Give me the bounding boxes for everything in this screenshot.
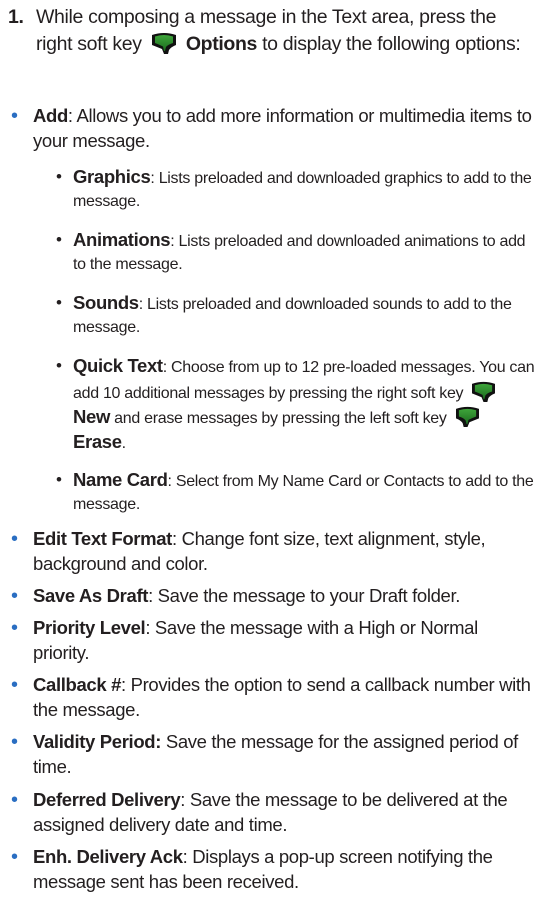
- step-1: 1. While composing a message in the Text…: [8, 4, 528, 58]
- bullet: •: [11, 528, 18, 550]
- erase-label: Erase: [73, 430, 122, 452]
- quick-text-end: .: [121, 434, 126, 452]
- step-tail: to display the following options:: [262, 33, 521, 55]
- bullet: •: [11, 846, 18, 868]
- bullet: •: [11, 674, 18, 696]
- left-soft-key-icon: [453, 405, 482, 428]
- bullet: •: [11, 789, 18, 811]
- item-desc: : Allows you to add more information or …: [33, 105, 532, 151]
- item-term: Edit Text Format: [33, 528, 172, 549]
- sub-item-term: Quick Text: [73, 355, 163, 376]
- bullet: •: [56, 167, 62, 186]
- item-term: Deferred Delivery: [33, 789, 181, 810]
- item-term: Callback #: [33, 674, 122, 695]
- quick-text-mid: and erase messages by pressing the left …: [114, 410, 447, 427]
- sub-item-animations: • Animations: Lists preloaded and downlo…: [0, 229, 535, 276]
- item-term: Save As Draft: [33, 585, 149, 606]
- bullet: •: [56, 470, 62, 489]
- sub-item-term: Name Card: [73, 469, 168, 490]
- list-item-edit-text-format: • Edit Text Format: Change font size, te…: [0, 527, 535, 576]
- sub-item-sounds: • Sounds: Lists preloaded and downloaded…: [0, 292, 535, 339]
- bullet: •: [56, 293, 62, 312]
- bullet: •: [11, 105, 18, 127]
- step-text: While composing a message in the Text ar…: [36, 4, 528, 58]
- list-item-deferred-delivery: • Deferred Delivery: Save the message to…: [0, 788, 535, 837]
- bullet: •: [11, 731, 18, 753]
- sub-item-name-card: • Name Card: Select from My Name Card or…: [0, 469, 535, 516]
- sub-item-quick-text: • Quick Text: Choose from up to 12 pre-l…: [0, 355, 535, 455]
- bullet: •: [11, 617, 18, 639]
- bullet: •: [11, 585, 18, 607]
- sub-item-term: Animations: [73, 229, 171, 250]
- list-item-priority-level: • Priority Level: Save the message with …: [0, 616, 535, 665]
- list-item-enh-delivery-ack: • Enh. Delivery Ack: Displays a pop-up s…: [0, 845, 535, 894]
- list-item-callback: • Callback #: Provides the option to sen…: [0, 673, 535, 722]
- sub-item-term: Graphics: [73, 166, 151, 187]
- bullet: •: [56, 230, 62, 249]
- item-term: Validity Period:: [33, 731, 162, 752]
- item-term: Add: [33, 105, 68, 126]
- bullet: •: [56, 356, 62, 375]
- list-item-save-as-draft: • Save As Draft: Save the message to you…: [0, 584, 535, 609]
- list-item-validity-period: • Validity Period: Save the message for …: [0, 730, 535, 779]
- item-term: Priority Level: [33, 617, 146, 638]
- right-soft-key-icon: [469, 380, 498, 403]
- sub-item-graphics: • Graphics: Lists preloaded and download…: [0, 166, 535, 213]
- item-desc: : Save the message to your Draft folder.: [148, 585, 461, 606]
- sub-item-desc: : Lists preloaded and downloaded sounds …: [73, 296, 512, 336]
- new-label: New: [73, 406, 110, 427]
- list-item-add: • Add: Allows you to add more informatio…: [0, 104, 535, 153]
- options-label: Options: [185, 33, 258, 55]
- right-soft-key-icon: [149, 31, 179, 55]
- item-term: Enh. Delivery Ack: [33, 846, 183, 867]
- step-number: 1.: [8, 6, 24, 28]
- manual-page: 1. While composing a message in the Text…: [0, 0, 539, 918]
- sub-item-term: Sounds: [73, 292, 139, 313]
